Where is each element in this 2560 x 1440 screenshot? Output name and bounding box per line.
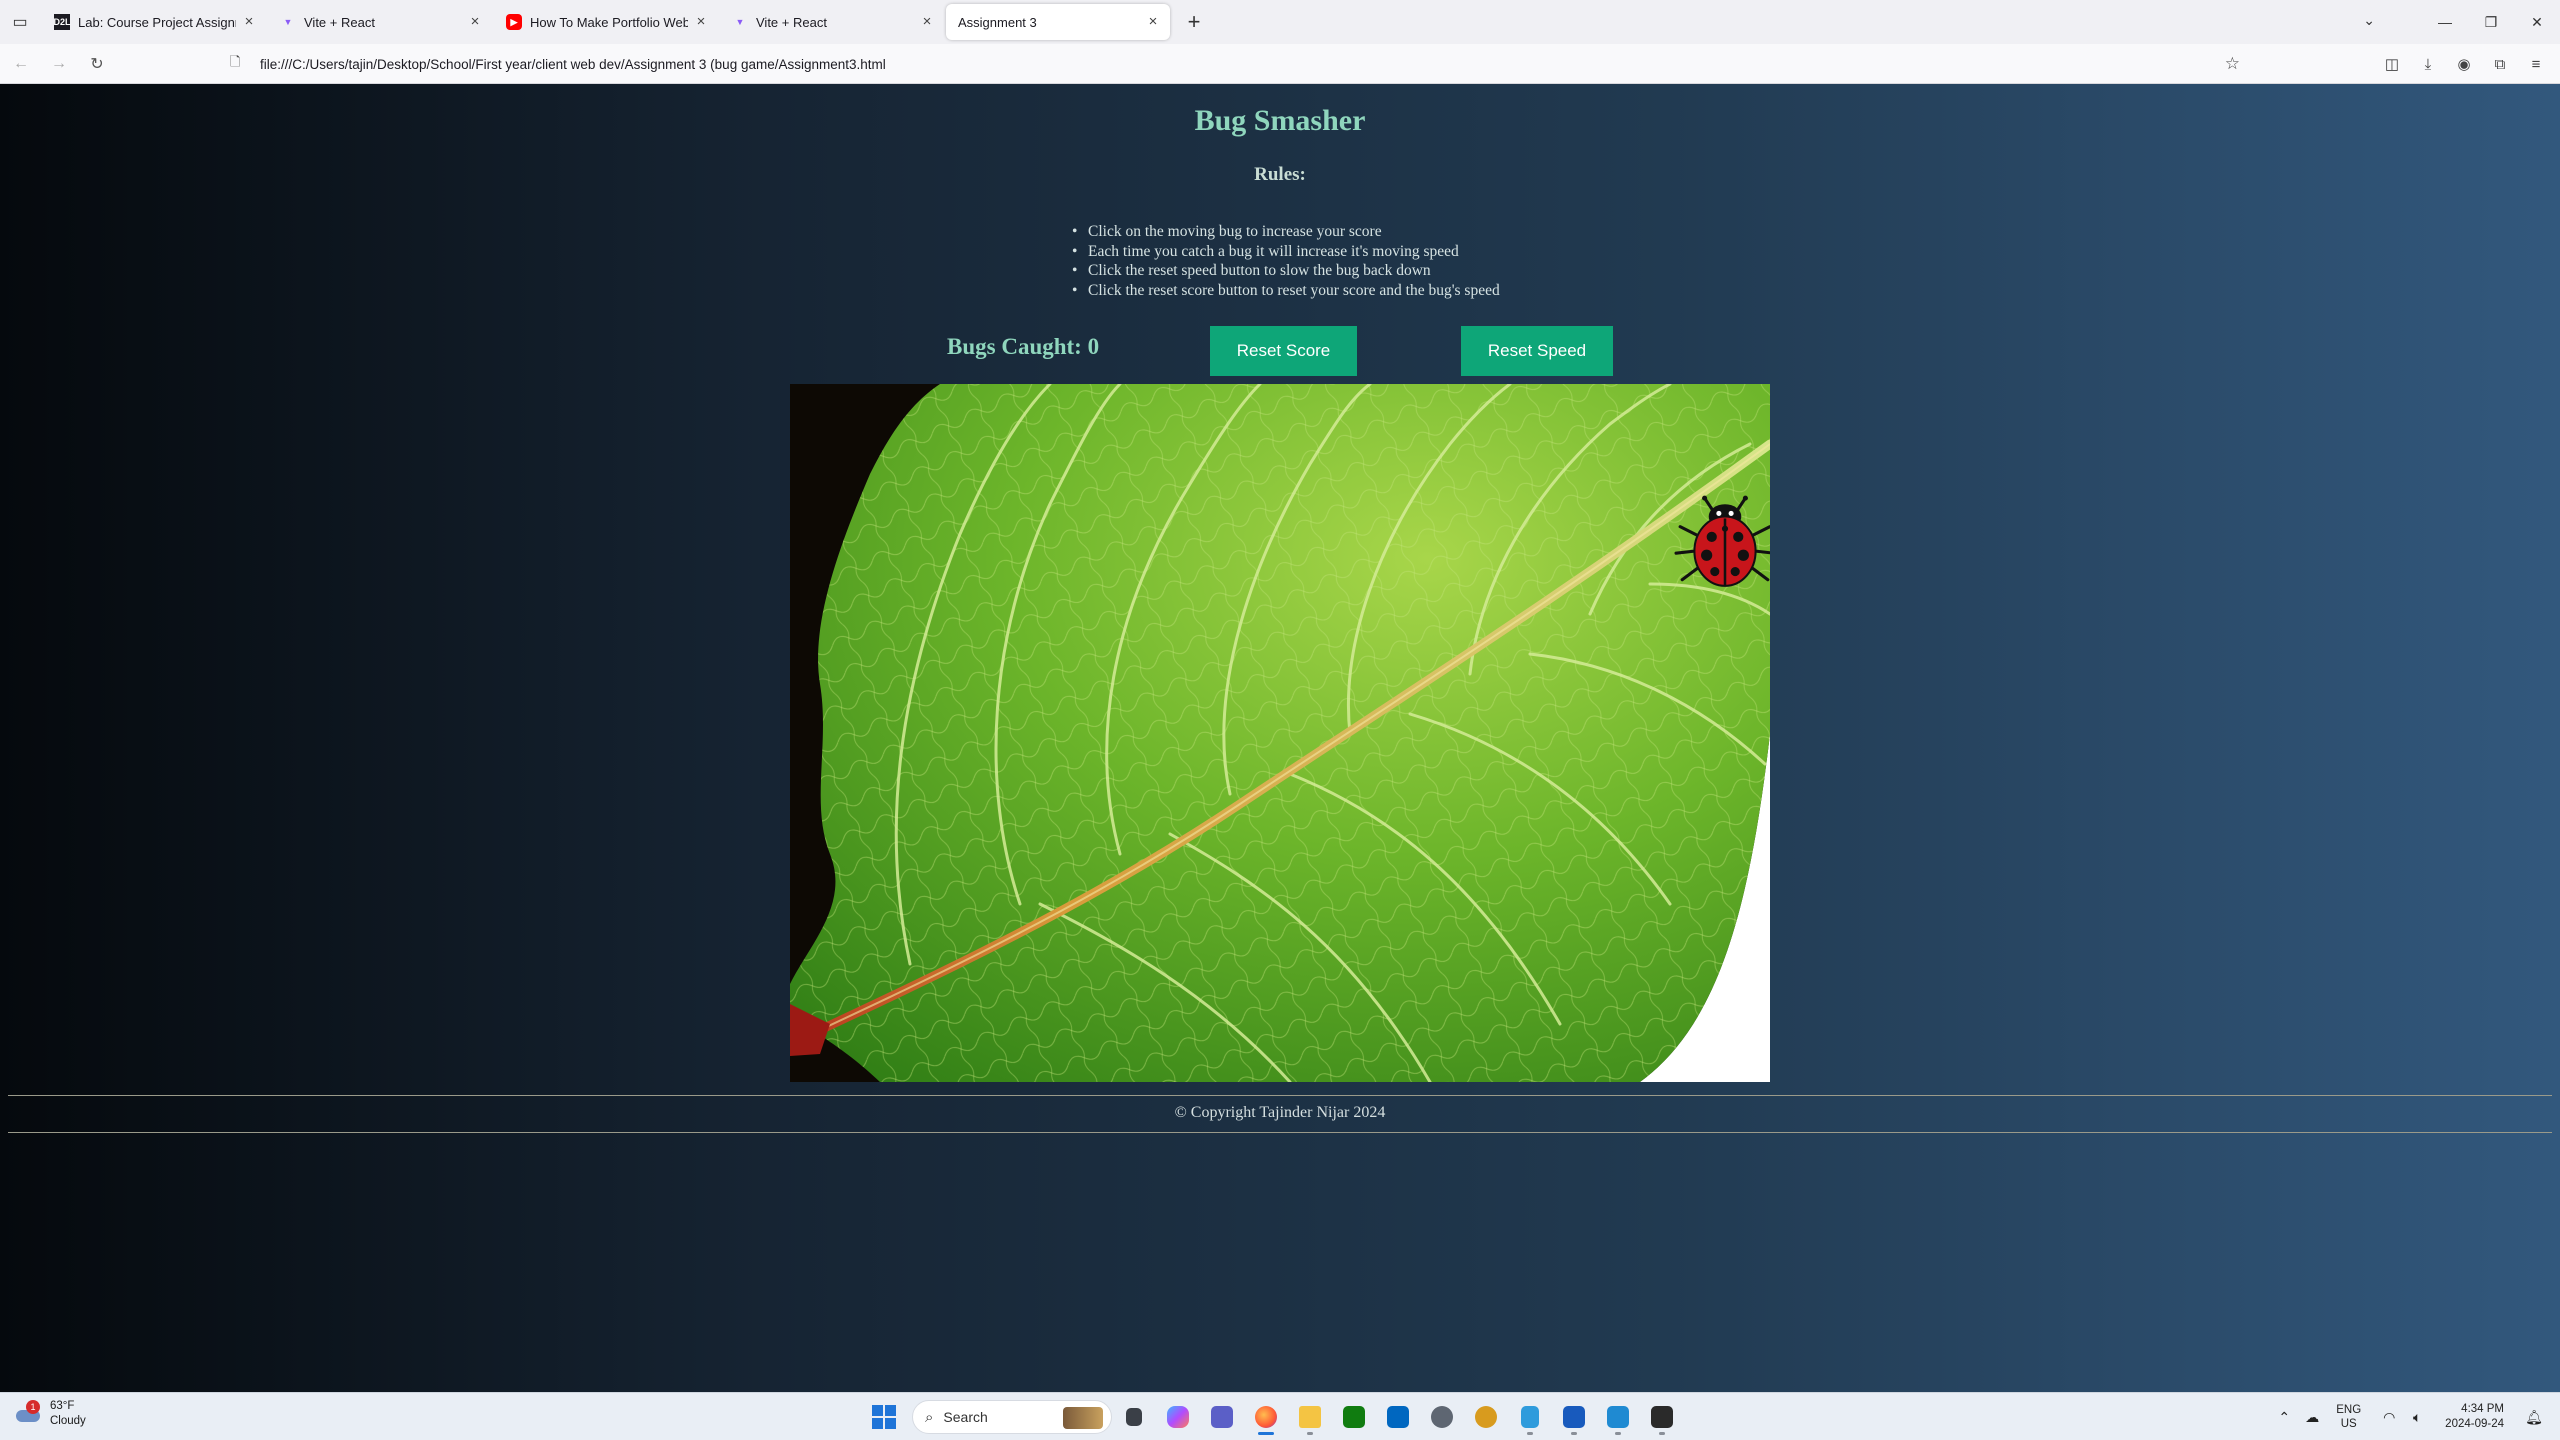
restore-icon[interactable]: ❐ — [2468, 14, 2514, 31]
new-tab-button[interactable]: + — [1178, 6, 1210, 38]
tab-bar: ▭ D2L Lab: Course Project Assignment × ▼… — [0, 0, 2560, 44]
bookmark-star-icon[interactable]: ☆ — [2225, 54, 2240, 74]
rule-item: Click the reset score button to reset yo… — [1072, 281, 1500, 301]
game-board[interactable] — [790, 384, 1770, 1082]
region-code: US — [2340, 1418, 2357, 1430]
rules-heading: Rules: — [1254, 164, 1306, 185]
tab-list-icon[interactable]: ▭ — [0, 0, 40, 44]
rule-item: Click the reset speed button to slow the… — [1072, 261, 1500, 281]
footer-copyright: © Copyright Tajinder Nijar 2024 — [1174, 1104, 1386, 1121]
vscode-icon[interactable] — [1596, 1399, 1640, 1435]
close-icon[interactable]: × — [918, 13, 936, 31]
close-icon[interactable]: × — [692, 13, 710, 31]
tab-lab[interactable]: D2L Lab: Course Project Assignment × — [42, 4, 266, 40]
account-icon[interactable]: ◉ — [2446, 47, 2482, 81]
notepad-icon[interactable] — [1508, 1399, 1552, 1435]
system-tray: ⌃ ☁ ENG US ◠ 🔈︎ 4:34 PM 2024-09-24 🔔︎ — [2270, 1393, 2560, 1440]
pocket-icon[interactable]: ◫ — [2374, 47, 2410, 81]
tab-title: Lab: Course Project Assignment — [78, 14, 236, 30]
rule-item: Each time you catch a bug it will increa… — [1072, 242, 1500, 262]
chevron-up-icon[interactable]: ⌃ — [2270, 1409, 2298, 1426]
reset-speed-button[interactable]: Reset Speed — [1461, 326, 1613, 376]
ladybug-icon[interactable] — [1674, 492, 1770, 594]
download-icon[interactable]: ⤓ — [2410, 47, 2446, 81]
notification-badge: 1 — [26, 1400, 40, 1414]
url-bar[interactable]: 🗋 file:///C:/Users/tajin/Desktop/School/… — [230, 48, 2260, 80]
onedrive-icon[interactable]: ☁ — [2298, 1409, 2326, 1426]
volume-icon[interactable]: 🔈︎ — [2403, 1409, 2431, 1426]
notification-bell-icon[interactable]: 🔔︎ — [2520, 1409, 2548, 1426]
back-icon[interactable]: ← — [4, 47, 38, 81]
teams-icon[interactable] — [1200, 1399, 1244, 1435]
copilot-icon[interactable] — [1156, 1399, 1200, 1435]
tab-assignment-3[interactable]: Assignment 3 × — [946, 4, 1170, 40]
youtube-icon: ▶ — [506, 14, 522, 30]
word-icon[interactable] — [1552, 1399, 1596, 1435]
cloud-icon: 1 — [16, 1400, 42, 1424]
clock-time: 4:34 PM — [2461, 1403, 2504, 1415]
close-icon[interactable]: × — [240, 13, 258, 31]
file-explorer-icon[interactable] — [1288, 1399, 1332, 1435]
leaf-background — [790, 384, 1770, 1082]
tab-vite-2[interactable]: ▼ Vite + React × — [720, 4, 944, 40]
reset-score-button[interactable]: Reset Score — [1210, 326, 1357, 376]
close-window-icon[interactable]: ✕ — [2514, 14, 2560, 31]
xbox-icon[interactable] — [1332, 1399, 1376, 1435]
reload-icon[interactable]: ↻ — [80, 47, 114, 81]
weather-temperature: 63°F — [50, 1400, 75, 1412]
lab-icon: D2L — [54, 14, 71, 30]
tab-title: Vite + React — [304, 14, 375, 30]
taskbar: 1 63°F Cloudy ⌕ Search ⌃ ☁ ENG US ◠ 🔈︎ 4… — [0, 1392, 2560, 1440]
menu-icon[interactable]: ≡ — [2518, 47, 2554, 81]
vite-icon: ▼ — [283, 17, 293, 27]
chevron-down-icon[interactable]: ⌄ — [2363, 12, 2375, 29]
tab-title: How To Make Portfolio Website — [530, 14, 688, 30]
forward-icon[interactable]: → — [42, 47, 76, 81]
task-view-icon[interactable] — [1112, 1399, 1156, 1435]
extensions-icon[interactable]: ⧉ — [2482, 47, 2518, 81]
firefox-icon[interactable] — [1244, 1399, 1288, 1435]
tab-vite-1[interactable]: ▼ Vite + React × — [268, 4, 492, 40]
settings-gear-icon[interactable] — [1420, 1399, 1464, 1435]
rule-item: Click on the moving bug to increase your… — [1072, 222, 1500, 242]
page-title: Bug Smasher — [1194, 104, 1366, 137]
vite-icon: ▼ — [735, 17, 745, 27]
url-text: file:///C:/Users/tajin/Desktop/School/Fi… — [260, 56, 886, 72]
clock-date: 2024-09-24 — [2445, 1418, 2504, 1430]
file-icon: 🗋 — [230, 54, 241, 69]
navigation-bar: ← → ↻ 🗋 file:///C:/Users/tajin/Desktop/S… — [0, 44, 2560, 84]
unity-icon[interactable] — [1640, 1399, 1684, 1435]
window-controls: — ❐ ✕ — [2422, 0, 2560, 44]
rules-list: Click on the moving bug to increase your… — [1072, 222, 1500, 300]
close-icon[interactable]: × — [466, 13, 484, 31]
search-highlight-image — [1063, 1407, 1103, 1429]
score-display: Bugs Caught: 0 — [947, 334, 1100, 359]
taskbar-apps: ⌕ Search — [866, 1399, 1684, 1435]
search-icon: ⌕ — [925, 1408, 934, 1426]
minimize-icon[interactable]: — — [2422, 14, 2468, 30]
windows-start-icon[interactable] — [866, 1399, 902, 1435]
tab-title: Vite + React — [756, 14, 827, 30]
wifi-icon[interactable]: ◠ — [2375, 1409, 2403, 1426]
close-icon[interactable]: × — [1144, 13, 1162, 31]
language-indicator[interactable]: ENG US — [2336, 1403, 2361, 1431]
clock[interactable]: 4:34 PM 2024-09-24 — [2445, 1402, 2504, 1432]
toolbar-right: ◫ ⤓ ◉ ⧉ ≡ — [2374, 47, 2554, 81]
search-placeholder: Search — [943, 1409, 988, 1425]
language-code: ENG — [2336, 1404, 2362, 1416]
tab-title: Assignment 3 — [958, 14, 1037, 30]
app-icon[interactable] — [1464, 1399, 1508, 1435]
footer-divider — [8, 1095, 2552, 1096]
store-icon[interactable] — [1376, 1399, 1420, 1435]
page-content: Bug Smasher Rules: Click on the moving b… — [0, 84, 2560, 1392]
weather-widget[interactable]: 1 63°F Cloudy — [16, 1399, 86, 1429]
footer-divider — [8, 1132, 2552, 1133]
weather-description: Cloudy — [50, 1415, 86, 1427]
tab-youtube[interactable]: ▶ How To Make Portfolio Website × — [494, 4, 718, 40]
taskbar-search[interactable]: ⌕ Search — [912, 1400, 1112, 1434]
